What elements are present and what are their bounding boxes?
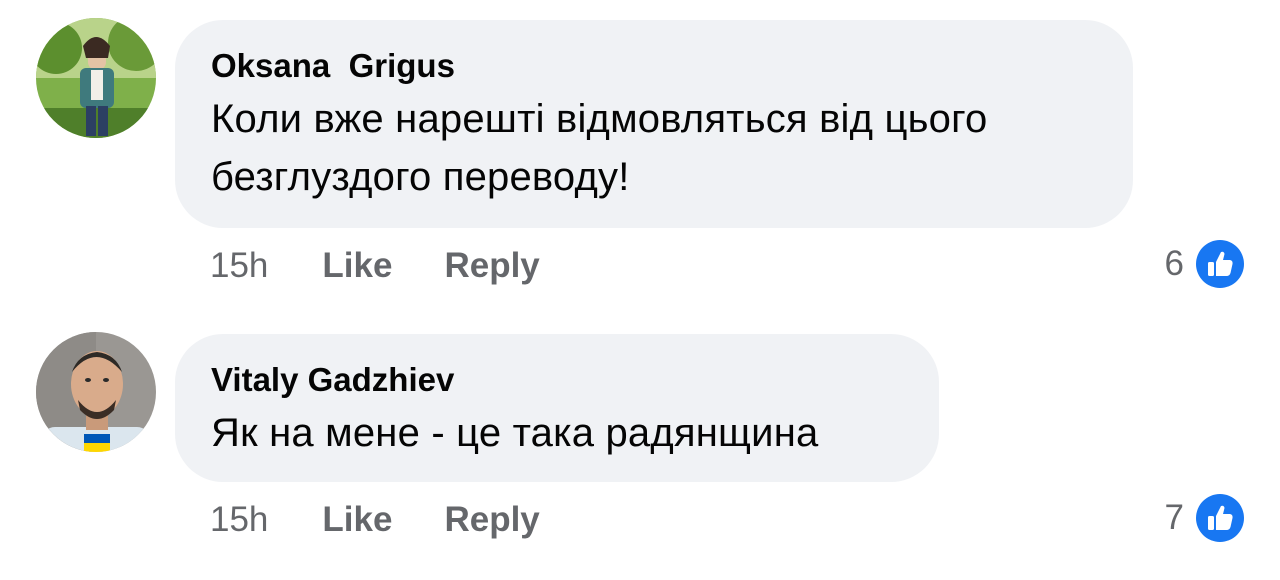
- author-name[interactable]: Oksana Grigus: [211, 46, 1097, 86]
- thumbs-up-icon: [1196, 240, 1244, 288]
- comment-text-line: Як на мене - це така радянщина: [211, 411, 819, 455]
- comment-text: Коли вже нарешті відмовляться від цього …: [211, 90, 1097, 206]
- reaction-summary[interactable]: 7: [1165, 494, 1244, 542]
- reaction-count: 6: [1164, 244, 1184, 283]
- thumbs-up-icon: [1196, 494, 1244, 542]
- comment-text-line: безглуздого переводу!: [211, 155, 630, 199]
- reaction-count: 7: [1164, 498, 1184, 537]
- avatar-photo: [36, 18, 156, 138]
- comment-text-line: Коли вже нарешті відмовляться від цього: [211, 97, 988, 141]
- avatar[interactable]: [36, 332, 156, 452]
- reaction-summary[interactable]: 6: [1165, 240, 1244, 288]
- comment-actions: 15h Like Reply: [210, 246, 540, 286]
- comment-bubble: Vitaly Gadzhiev Як на мене - це така рад…: [175, 334, 939, 482]
- comment-text: Як на мене - це така радянщина: [211, 404, 903, 462]
- comment-bubble: Oksana Grigus Коли вже нарешті відмовлят…: [175, 20, 1133, 228]
- timestamp[interactable]: 15h: [210, 246, 268, 286]
- avatar-photo: [36, 332, 156, 452]
- timestamp[interactable]: 15h: [210, 500, 268, 540]
- avatar[interactable]: [36, 18, 156, 138]
- comment-actions: 15h Like Reply: [210, 500, 540, 540]
- reply-button[interactable]: Reply: [444, 500, 539, 540]
- author-name[interactable]: Vitaly Gadzhiev: [211, 360, 903, 400]
- reply-button[interactable]: Reply: [444, 246, 539, 286]
- like-button[interactable]: Like: [322, 246, 392, 286]
- like-button[interactable]: Like: [322, 500, 392, 540]
